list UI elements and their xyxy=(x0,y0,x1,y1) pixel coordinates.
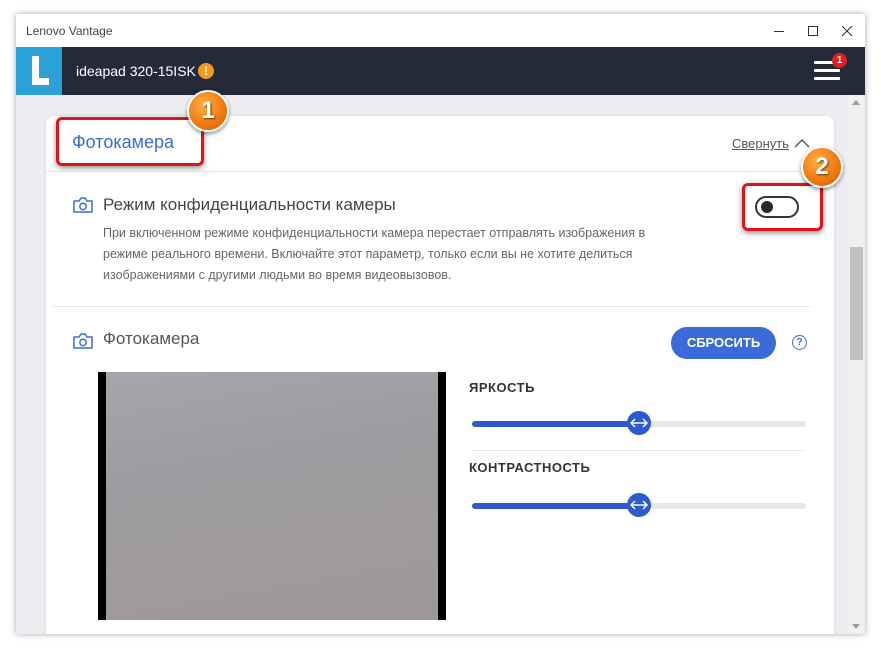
brightness-label: ЯРКОСТЬ xyxy=(469,380,535,395)
maximize-button[interactable] xyxy=(796,14,830,47)
scrollbar-thumb[interactable] xyxy=(850,247,863,360)
brightness-slider-thumb[interactable] xyxy=(627,411,651,435)
camera-preview xyxy=(98,372,446,620)
privacy-mode-description: При включенном режиме конфиденциальности… xyxy=(103,226,646,282)
highlight-section-title xyxy=(56,117,204,166)
maximize-icon xyxy=(808,25,818,36)
device-name: ideapad 320-15ISK xyxy=(76,63,196,79)
contrast-slider-thumb[interactable] xyxy=(627,493,651,517)
help-icon[interactable]: ? xyxy=(792,335,807,350)
divider xyxy=(53,306,810,307)
camera-icon xyxy=(73,333,93,349)
step-marker-1: 1 xyxy=(187,90,229,132)
close-icon xyxy=(841,25,853,36)
collapse-link[interactable]: Свернуть xyxy=(732,136,789,151)
double-arrow-icon xyxy=(630,500,648,510)
scroll-down-arrow-icon[interactable] xyxy=(852,624,860,629)
title-bar: Lenovo Vantage xyxy=(16,14,865,47)
scroll-up-arrow-icon[interactable] xyxy=(852,100,860,105)
slider-divider xyxy=(472,450,806,451)
camera-preview-image xyxy=(106,372,438,620)
window-title: Lenovo Vantage xyxy=(26,24,113,38)
app-window: Lenovo Vantage ideapad 320-15ISK ! 1 Фот xyxy=(16,14,865,634)
highlight-privacy-toggle xyxy=(742,183,823,231)
app-header: ideapad 320-15ISK ! 1 xyxy=(16,47,865,95)
lenovo-l-logo-icon xyxy=(32,56,49,85)
double-arrow-icon xyxy=(630,418,648,428)
contrast-slider-fill xyxy=(472,503,639,509)
close-button[interactable] xyxy=(830,14,864,47)
privacy-mode-label: Режим конфиденциальности камеры xyxy=(103,195,396,214)
camera-icon xyxy=(73,197,93,213)
lenovo-logo[interactable] xyxy=(16,47,62,95)
minimize-icon xyxy=(774,30,784,32)
contrast-slider[interactable] xyxy=(472,493,806,517)
contrast-label: КОНТРАСТНОСТЬ xyxy=(469,460,591,475)
reset-button[interactable]: СБРОСИТЬ xyxy=(671,327,776,359)
chevron-up-icon[interactable] xyxy=(794,138,810,148)
step-marker-2: 2 xyxy=(801,146,843,188)
brightness-slider-fill xyxy=(472,421,639,427)
minimize-button[interactable] xyxy=(762,14,796,47)
hamburger-menu-button[interactable]: 1 xyxy=(812,53,847,87)
camera-section-label: Фотокамера xyxy=(103,329,200,348)
camera-settings-card: Фотокамера Свернуть Режим конфиденциальн… xyxy=(46,116,834,634)
brightness-slider[interactable] xyxy=(472,411,806,435)
warning-icon[interactable]: ! xyxy=(198,63,214,79)
vertical-scrollbar[interactable] xyxy=(848,95,865,634)
notification-badge: 1 xyxy=(832,53,847,68)
